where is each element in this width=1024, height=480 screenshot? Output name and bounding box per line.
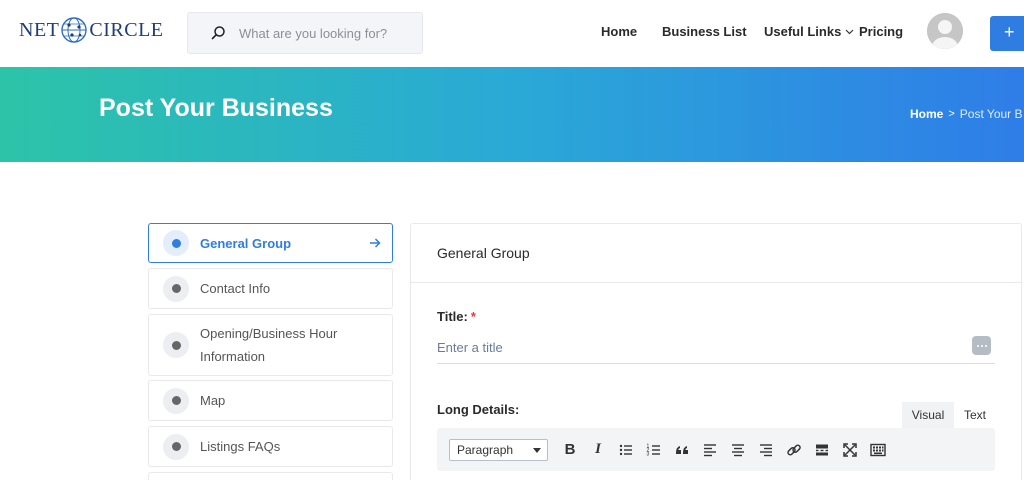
step-dot	[171, 340, 181, 350]
search-input[interactable]	[239, 25, 409, 41]
chevron-down-icon	[845, 29, 854, 35]
form-panel: General Group Title:* Long Details: Visu…	[410, 223, 1022, 480]
step-indicator	[163, 275, 189, 302]
link-icon[interactable]	[780, 436, 808, 464]
breadcrumb-current: Post Your B	[959, 107, 1023, 121]
step-dot	[171, 396, 181, 405]
search-box[interactable]	[187, 12, 423, 54]
nav-business-list[interactable]: Business List	[662, 24, 747, 39]
logo-text-left: NET	[19, 18, 60, 41]
step-opening-hours[interactable]: Opening/Business Hour Information	[148, 314, 393, 376]
keyboard-icon[interactable]	[864, 436, 892, 464]
step-indicator	[163, 230, 189, 256]
step-map[interactable]: Map	[148, 380, 393, 421]
step-label: Contact Info	[200, 281, 271, 296]
blockquote-icon[interactable]	[668, 436, 696, 464]
read-more-icon[interactable]	[808, 436, 836, 464]
bullet-list-icon[interactable]	[612, 436, 640, 464]
step-indicator	[163, 433, 189, 460]
step-indicator	[163, 332, 189, 358]
tab-text[interactable]: Text	[954, 402, 996, 428]
step-general-group[interactable]: General Group	[148, 223, 393, 263]
nav-useful-links-label: Useful Links	[764, 24, 842, 39]
align-center-icon[interactable]	[724, 436, 752, 464]
nav-home[interactable]: Home	[601, 24, 637, 39]
step-listings-faqs[interactable]: Listings FAQs	[148, 426, 393, 467]
page-banner: Post Your Business Home > Post Your B	[0, 67, 1024, 162]
nav-pricing[interactable]: Pricing	[859, 24, 903, 39]
step-label: General Group	[200, 235, 292, 251]
step-dot	[171, 284, 181, 293]
user-avatar[interactable]	[927, 13, 963, 49]
user-silhouette-icon	[927, 13, 963, 49]
more-options-icon[interactable]	[972, 336, 991, 355]
globe-network-icon	[61, 17, 88, 43]
step-next-partial[interactable]	[148, 472, 393, 480]
align-left-icon[interactable]	[696, 436, 724, 464]
step-dot	[171, 442, 181, 451]
page-title: Post Your Business	[99, 94, 333, 122]
align-right-icon[interactable]	[752, 436, 780, 464]
step-label: Listings FAQs	[200, 439, 281, 454]
breadcrumb: Home > Post Your B	[910, 107, 1023, 121]
step-label: Opening/Business Hour Information	[200, 326, 338, 364]
step-contact-info[interactable]: Contact Info	[148, 268, 393, 309]
title-field-label: Title: *	[437, 309, 476, 324]
step-indicator	[163, 387, 189, 414]
title-label-text: Title:	[437, 309, 468, 324]
site-header: NET CIRCLE Home Business List Useful Lin…	[0, 0, 1024, 67]
format-select[interactable]: Paragraph	[449, 438, 548, 461]
step-dot	[171, 238, 181, 248]
format-select-value: Paragraph	[457, 442, 514, 457]
editor-toolbar: Paragraph B I 123	[437, 428, 995, 471]
logo-text-right: CIRCLE	[89, 18, 164, 41]
breadcrumb-home-link[interactable]: Home	[910, 107, 943, 121]
italic-icon[interactable]: I	[584, 436, 612, 464]
numbered-list-icon[interactable]: 123	[640, 436, 668, 464]
tab-visual[interactable]: Visual	[902, 402, 954, 428]
step-label: Map	[200, 393, 226, 408]
fullscreen-icon[interactable]	[836, 436, 864, 464]
search-icon[interactable]	[210, 25, 226, 41]
site-logo[interactable]: NET CIRCLE	[19, 14, 164, 46]
bold-icon[interactable]: B	[556, 436, 584, 464]
caret-down-icon	[533, 447, 541, 453]
svg-text:3: 3	[647, 451, 650, 457]
arrow-right-icon	[370, 238, 381, 248]
add-listing-button[interactable]: +	[990, 16, 1024, 51]
required-mark: *	[470, 309, 476, 324]
breadcrumb-separator: >	[948, 108, 955, 120]
title-input[interactable]	[437, 332, 995, 364]
long-details-label: Long Details:	[437, 402, 520, 417]
nav-useful-links[interactable]: Useful Links	[764, 24, 854, 39]
panel-title: General Group	[411, 224, 1021, 283]
